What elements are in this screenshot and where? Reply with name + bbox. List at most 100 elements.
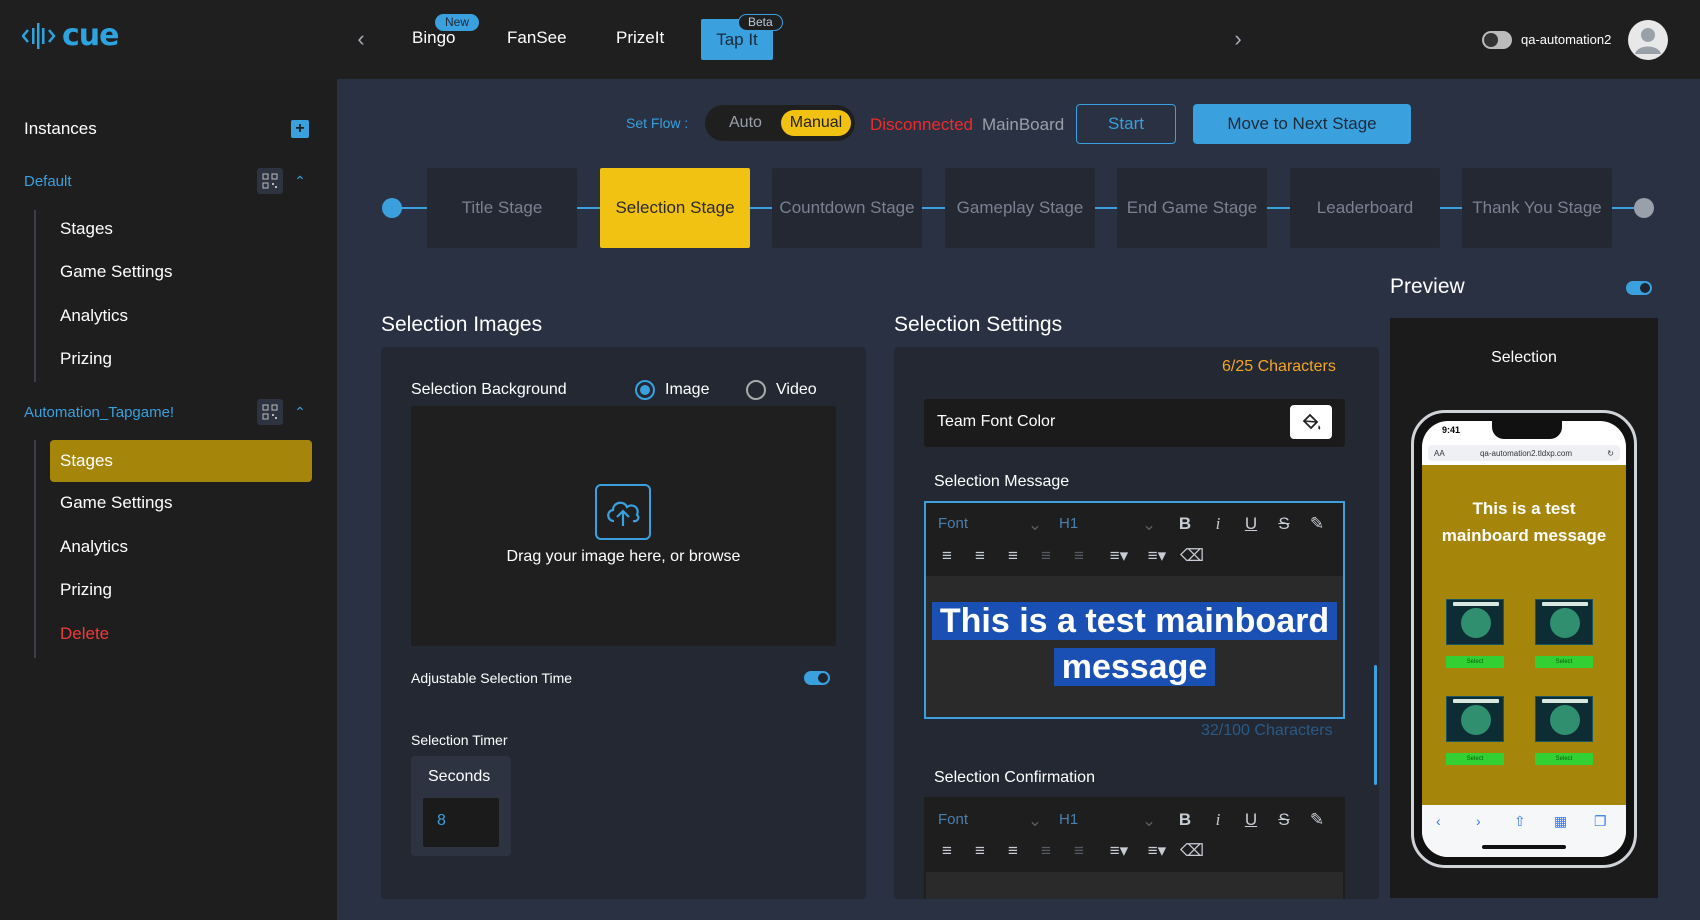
team-card[interactable] — [1535, 599, 1593, 645]
video-radio[interactable] — [746, 380, 766, 400]
preview-toggle[interactable] — [1626, 281, 1652, 295]
ordered-list-icon[interactable]: ≡▾ — [1103, 545, 1135, 567]
pen-icon[interactable]: ✎ — [1306, 809, 1328, 831]
stage-thank-you[interactable]: Thank You Stage — [1462, 168, 1612, 248]
start-button[interactable]: Start — [1076, 104, 1176, 144]
outdent-icon[interactable]: ≡ — [1035, 545, 1057, 567]
message-line-1: This is a test mainboard — [931, 602, 1338, 640]
sidebar-item-stages-active[interactable]: Stages — [50, 440, 312, 482]
sidebar-item-prizing[interactable]: Prizing — [50, 338, 312, 380]
sidebar-item-stages[interactable]: Stages — [50, 208, 312, 250]
tab-fansee[interactable]: FanSee — [507, 28, 567, 48]
nav-prev-arrow-icon[interactable]: ‹ — [349, 26, 373, 52]
font-select[interactable]: Font — [938, 811, 968, 828]
bold-icon[interactable]: B — [1174, 809, 1196, 831]
theme-toggle-knob — [1484, 33, 1498, 47]
flow-auto-option[interactable]: Auto — [729, 114, 762, 132]
align-center-icon[interactable]: ≡ — [969, 545, 991, 567]
seconds-input[interactable]: 8 — [423, 798, 499, 847]
stage-selection[interactable]: Selection Stage — [600, 168, 750, 248]
align-center-icon[interactable]: ≡ — [969, 840, 991, 862]
image-radio[interactable] — [635, 380, 655, 400]
move-next-stage-button[interactable]: Move to Next Stage — [1193, 104, 1411, 144]
board-name: MainBoard — [982, 115, 1065, 134]
sidebar-item-game-settings[interactable]: Game Settings — [50, 482, 312, 524]
bold-icon[interactable]: B — [1174, 513, 1196, 535]
font-chevron-down-icon[interactable]: ⌄ — [1024, 514, 1046, 536]
color-picker-button[interactable] — [1290, 405, 1332, 439]
heading-select[interactable]: H1 — [1059, 515, 1078, 532]
image-option-label: Image — [665, 381, 710, 398]
collapse-automation-chevron-icon[interactable]: ⌃ — [291, 403, 309, 421]
sidebar-item-prizing[interactable]: Prizing — [50, 569, 312, 611]
stage-end-game[interactable]: End Game Stage — [1117, 168, 1267, 248]
outdent-icon[interactable]: ≡ — [1035, 840, 1057, 862]
qr-code-icon[interactable] — [257, 168, 283, 194]
select-button[interactable]: Select — [1446, 753, 1504, 765]
sidebar-item-delete[interactable]: Delete — [50, 613, 312, 655]
flow-mode-switch[interactable]: Auto Manual — [705, 105, 855, 141]
phone-notch — [1492, 421, 1562, 439]
heading-chevron-down-icon[interactable]: ⌄ — [1138, 810, 1160, 832]
team-card[interactable] — [1446, 696, 1504, 742]
select-button[interactable]: Select — [1535, 656, 1593, 668]
heading-chevron-down-icon[interactable]: ⌄ — [1138, 514, 1160, 536]
set-flow-label: Set Flow : — [626, 115, 689, 131]
select-button[interactable]: Select — [1446, 656, 1504, 668]
pen-icon[interactable]: ✎ — [1306, 513, 1328, 535]
stage-countdown[interactable]: Countdown Stage — [772, 168, 922, 248]
sidebar-item-analytics[interactable]: Analytics — [50, 526, 312, 568]
italic-icon[interactable]: i — [1207, 513, 1229, 535]
confirmation-editor-body[interactable] — [926, 872, 1343, 899]
tab-prizeit[interactable]: PrizeIt — [616, 28, 664, 48]
group-automation-tapgame[interactable]: Automation_Tapgame! — [24, 404, 174, 421]
underline-icon[interactable]: U — [1240, 809, 1262, 831]
team-font-color-label: Team Font Color — [937, 413, 1056, 430]
adjustable-time-toggle[interactable] — [804, 671, 830, 685]
avatar[interactable] — [1628, 20, 1668, 60]
align-right-icon[interactable]: ≡ — [1002, 840, 1024, 862]
team-card[interactable] — [1446, 599, 1504, 645]
align-left-icon[interactable]: ≡ — [936, 545, 958, 567]
tab-bingo[interactable]: Bingo — [412, 28, 455, 48]
settings-scrollbar[interactable] — [1374, 665, 1377, 785]
bullet-list-icon[interactable]: ≡▾ — [1141, 545, 1173, 567]
team-logo-title — [1453, 602, 1499, 606]
theme-toggle[interactable] — [1482, 31, 1512, 49]
stage-title[interactable]: Title Stage — [427, 168, 577, 248]
team-card[interactable] — [1535, 696, 1593, 742]
strikethrough-icon[interactable]: S — [1273, 809, 1295, 831]
font-chevron-down-icon[interactable]: ⌄ — [1024, 810, 1046, 832]
group-default[interactable]: Default — [24, 173, 72, 190]
ordered-list-icon[interactable]: ≡▾ — [1103, 840, 1135, 862]
sidebar-item-analytics[interactable]: Analytics — [50, 295, 312, 337]
align-right-icon[interactable]: ≡ — [1002, 545, 1024, 567]
top-bar: cue ‹ Bingo New FanSee PrizeIt Tap It Be… — [0, 0, 1700, 79]
add-instance-button[interactable]: + — [291, 120, 309, 138]
video-option-label: Video — [776, 381, 817, 398]
eraser-icon[interactable]: ⌫ — [1180, 545, 1204, 567]
nav-next-arrow-icon[interactable]: › — [1226, 26, 1250, 52]
message-text[interactable]: This is a test mainboard message — [926, 598, 1343, 690]
qr-glyph-icon — [262, 404, 278, 420]
cue-logo[interactable]: cue — [22, 18, 119, 53]
italic-icon[interactable]: i — [1207, 809, 1229, 831]
indent-icon[interactable]: ≡ — [1068, 840, 1090, 862]
stage-gameplay[interactable]: Gameplay Stage — [945, 168, 1095, 248]
bullet-list-icon[interactable]: ≡▾ — [1141, 840, 1173, 862]
align-left-icon[interactable]: ≡ — [936, 840, 958, 862]
font-select[interactable]: Font — [938, 515, 968, 532]
eraser-icon[interactable]: ⌫ — [1180, 840, 1204, 862]
sidebar-item-game-settings[interactable]: Game Settings — [50, 251, 312, 293]
flow-manual-option[interactable]: Manual — [781, 110, 851, 136]
collapse-default-chevron-icon[interactable]: ⌃ — [291, 172, 309, 190]
select-button[interactable]: Select — [1535, 753, 1593, 765]
qr-code-icon[interactable] — [257, 399, 283, 425]
upload-cloud-icon[interactable] — [595, 484, 651, 540]
indent-icon[interactable]: ≡ — [1068, 545, 1090, 567]
stage-leaderboard[interactable]: Leaderboard — [1290, 168, 1440, 248]
strikethrough-icon[interactable]: S — [1273, 513, 1295, 535]
heading-select[interactable]: H1 — [1059, 811, 1078, 828]
home-indicator — [1482, 845, 1566, 849]
underline-icon[interactable]: U — [1240, 513, 1262, 535]
